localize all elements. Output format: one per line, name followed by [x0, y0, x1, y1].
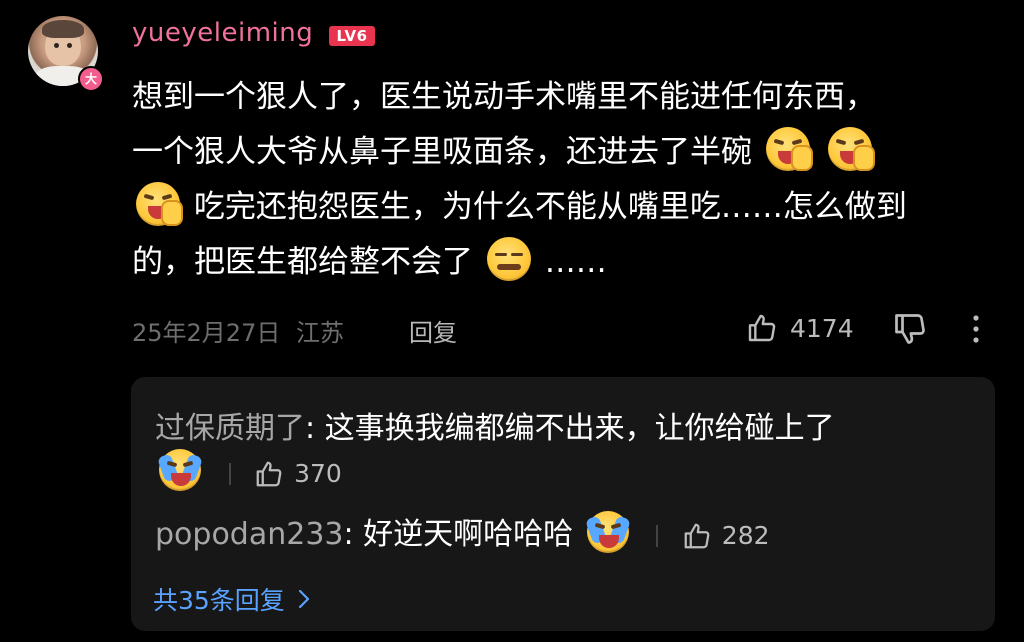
view-all-replies-link[interactable]: 共35条回复	[153, 581, 311, 617]
more-options-icon[interactable]	[966, 312, 986, 346]
reply-like-count: 282	[721, 521, 770, 550]
comment-line-2-text: 一个狠人大爷从鼻子里吸面条，还进去了半碗	[132, 134, 752, 170]
comment-line-1: 想到一个狠人了，医生说动手术嘴里不能进任何东西，	[132, 79, 876, 115]
thumbs-down-icon[interactable]	[892, 311, 928, 347]
thumbs-up-icon	[748, 314, 776, 342]
like-button[interactable]: 4174	[746, 310, 854, 346]
reply-author[interactable]: 过保质期了	[155, 411, 305, 446]
reply-author[interactable]: popodan233	[155, 517, 344, 552]
reply-like-button[interactable]: 282	[682, 521, 770, 551]
laugh-cover-mouth-emoji	[136, 182, 183, 226]
comment-line-2: 一个狠人大爷从鼻子里吸面条，还进去了半碗	[132, 125, 992, 180]
divider	[228, 462, 231, 485]
reply-item[interactable]: popodan233: 好逆天啊哈哈哈 282	[155, 509, 770, 553]
replies-panel: 过保质期了: 这事换我编都编不出来，让你给碰上了 370 popodan233:…	[131, 377, 995, 631]
comment-line-3: 吃完还抱怨医生，为什么不能从嘴里吃……怎么做到	[132, 180, 992, 235]
reply-button[interactable]: 回复	[409, 313, 457, 348]
avatar-badge: 大	[78, 66, 104, 92]
reply-item-meta: 370	[155, 449, 342, 491]
comment-line-4-ellipsis: ……	[544, 244, 607, 280]
view-all-replies-label: 共35条回复	[153, 586, 285, 615]
reply-text: : 这事换我编都编不出来，让你给碰上了	[305, 411, 835, 446]
laugh-cover-mouth-emoji	[827, 127, 875, 171]
thumbs-up-icon	[684, 523, 710, 548]
comment-body: 想到一个狠人了，医生说动手术嘴里不能进任何东西， 一个狠人大爷从鼻子里吸面条，还…	[132, 70, 992, 290]
reply-like-count: 370	[294, 459, 342, 488]
thumbs-up-icon	[256, 461, 282, 486]
crying-laugh-emoji	[584, 511, 631, 553]
divider	[656, 524, 659, 547]
avatar[interactable]: 大	[28, 16, 104, 92]
comment-meta: 25年2月27日 江苏	[132, 313, 344, 348]
level-badge: LV6	[329, 26, 375, 46]
crying-laugh-emoji	[156, 449, 204, 491]
speechless-emoji	[486, 237, 531, 281]
like-count: 4174	[790, 313, 854, 343]
username[interactable]: yueyeleiming	[132, 18, 313, 48]
laugh-cover-mouth-emoji	[765, 127, 813, 171]
reply-text: : 好逆天啊哈哈哈	[343, 517, 574, 552]
chevron-right-icon	[298, 589, 309, 609]
reply-like-button[interactable]: 370	[254, 459, 342, 489]
comment-date: 25年2月27日	[132, 319, 281, 347]
comment-location: 江苏	[296, 319, 344, 347]
comment-line-4-text: 的，把医生都给整不会了	[132, 244, 473, 280]
reply-item[interactable]: 过保质期了: 这事换我编都编不出来，让你给碰上了	[155, 403, 835, 447]
comment-line-3-text: 吃完还抱怨医生，为什么不能从嘴里吃……怎么做到	[193, 189, 907, 225]
comment-line-4: 的，把医生都给整不会了 ……	[132, 235, 992, 290]
